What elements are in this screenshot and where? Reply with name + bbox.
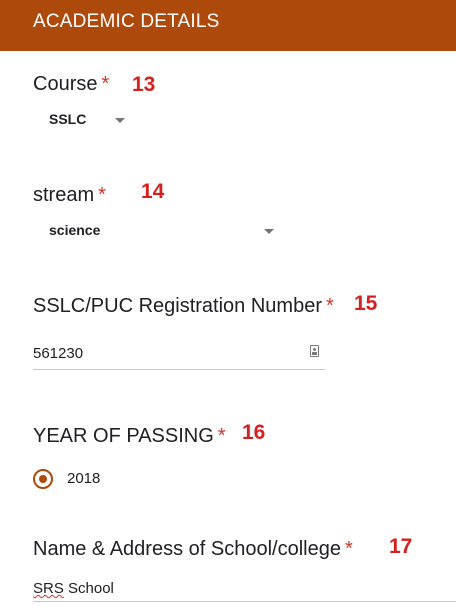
course-annotation-number: 13 (132, 73, 156, 96)
year-label: YEAR OF PASSING (33, 425, 214, 447)
school-input[interactable]: SRS School (33, 580, 114, 597)
school-question-title: Name & Address of School/college * (33, 538, 353, 561)
stream-annotation-number: 14 (141, 180, 165, 203)
stream-selected-value: science (49, 222, 101, 238)
school-value-rest: School (63, 580, 114, 597)
course-question-title: Course * (33, 73, 109, 96)
radio-label: 2018 (67, 470, 101, 487)
registration-value: 561230 (33, 345, 84, 362)
radio-selected-dot (39, 475, 47, 483)
stream-dropdown[interactable]: science (33, 219, 283, 247)
radio-button[interactable] (33, 469, 53, 489)
registration-annotation-number: 15 (354, 292, 378, 315)
required-asterisk: * (344, 538, 353, 560)
required-asterisk: * (326, 295, 334, 317)
year-question-title: YEAR OF PASSING * (33, 425, 226, 448)
required-asterisk: * (101, 73, 110, 95)
school-label: Name & Address of School/college (33, 538, 341, 560)
required-asterisk: * (217, 425, 226, 447)
school-input-underline (33, 601, 456, 602)
stream-label: stream (33, 184, 95, 206)
registration-question-title: SSLC/PUC Registration Number * (33, 295, 334, 318)
required-asterisk: * (98, 184, 106, 206)
contact-card-icon[interactable] (310, 345, 319, 357)
registration-label: SSLC/PUC Registration Number (33, 295, 322, 317)
section-title: ACADEMIC DETAILS (33, 11, 220, 32)
year-annotation-number: 16 (242, 421, 266, 444)
school-annotation-number: 17 (389, 535, 413, 558)
section-header: ACADEMIC DETAILS (0, 0, 456, 51)
registration-input[interactable]: 561230 (33, 343, 325, 370)
chevron-down-icon (264, 229, 274, 234)
school-value-misspelled: SRS (33, 580, 64, 597)
course-dropdown[interactable]: SSLC (33, 108, 133, 136)
course-label: Course (33, 73, 98, 95)
stream-question-title: stream * (33, 184, 106, 207)
chevron-down-icon (115, 118, 125, 123)
course-selected-value: SSLC (49, 111, 87, 127)
